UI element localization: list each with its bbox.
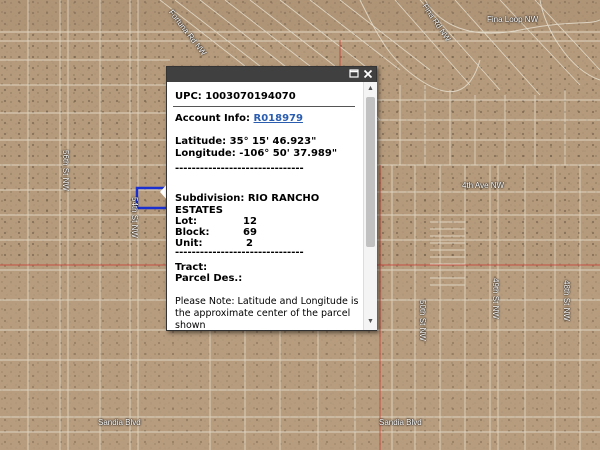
maximize-icon[interactable] [348,68,360,80]
longitude-text: Longitude: -106° 50' 37.989" [175,148,338,159]
subdivision-text-line2: ESTATES [175,205,223,216]
upc-text: UPC: 1003070194070 [175,91,296,102]
account-label: Account Info: [175,113,251,124]
tract-text: Tract: [175,262,208,273]
road-label-sandia-blvd-right: Sandia Blvd [379,418,422,427]
subdivision-text-line1: Subdivision: RIO RANCHO [175,193,320,204]
note-line-1: Please Note: Latitude and Longitude is [175,296,359,307]
popup-scrollbar[interactable]: ▲ ▼ [363,82,377,330]
parcel-des-text: Parcel Des.: [175,273,243,284]
road-label-56th-st: 56th St NW [61,150,70,191]
road-label-sandia-blvd-left: Sandia Blvd [98,418,141,427]
account-link[interactable]: R018979 [254,113,303,124]
road-label-49th-st: 49th St NW [491,278,500,319]
latitude-text: Latitude: 35° 15' 46.923" [175,136,317,147]
road-label-48th-st: 48th St NW [562,280,571,321]
lot-label: Lot: [175,216,198,227]
popup-titlebar [167,67,376,82]
close-icon[interactable] [362,68,374,80]
scroll-up-icon[interactable]: ▲ [366,85,375,93]
popup-body[interactable]: UPC: 1003070194070 Account Info: R018979… [167,82,363,330]
scrollbar-thumb[interactable] [366,97,375,247]
separator-2: ------------------------------- [175,247,304,258]
note-line-2: the approximate center of the parcel [175,308,351,319]
block-value: 69 [243,227,257,238]
note-line-3: shown [175,320,206,330]
road-label-54th-st: 54th St NW [130,197,139,238]
account-info: Account Info: R018979 [175,113,303,124]
road-label-50th-st: 50th St NW [418,300,427,341]
separator-1: ------------------------------- [175,163,304,174]
road-label-4th-ave: 4th Ave NW [462,181,505,190]
block-label: Block: [175,227,210,238]
lot-value: 12 [243,216,257,227]
divider [173,106,355,107]
road-label-fina-loop: Fina Loop NW [487,15,539,24]
scroll-down-icon[interactable]: ▼ [366,318,375,326]
parcel-info-popup: UPC: 1003070194070 Account Info: R018979… [166,66,377,331]
